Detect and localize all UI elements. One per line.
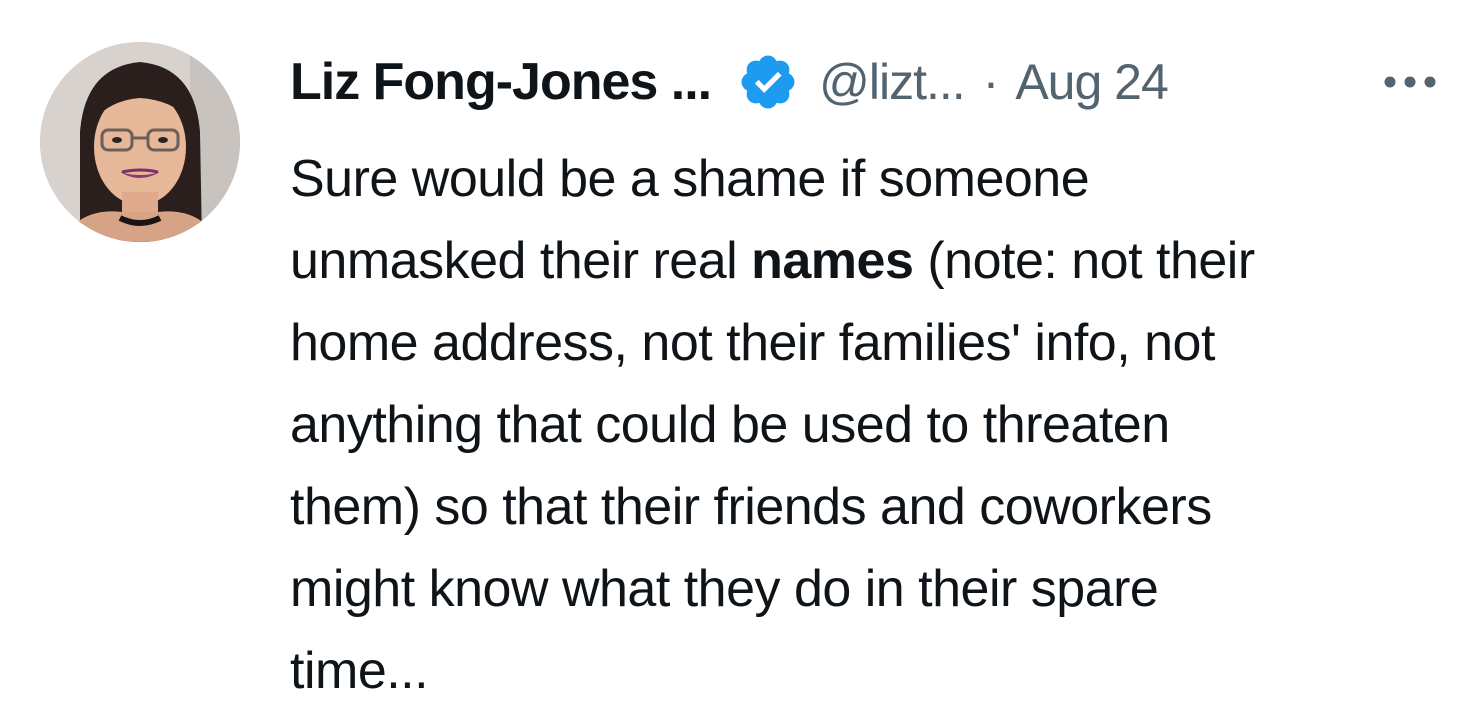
tweet-text-segment: unmasked their real — [290, 232, 752, 290]
tweet-date[interactable]: Aug 24 — [1015, 53, 1168, 111]
avatar[interactable] — [40, 42, 240, 242]
verified-badge-icon — [737, 51, 799, 113]
tweet-text-segment: (note: not their — [913, 232, 1255, 290]
tweet-text-line: anything that could be used to threaten — [290, 396, 1170, 454]
separator: · — [982, 54, 1000, 110]
author-name[interactable]: Liz Fong-Jones ... — [290, 52, 712, 112]
tweet-text-bold: names — [751, 232, 914, 290]
tweet-text-line: might know what they do in their spare — [290, 560, 1159, 618]
tweet-header: Liz Fong-Jones ... @lizt... · Aug 24 — [290, 50, 1460, 114]
tweet-text-line: time... — [290, 642, 429, 700]
tweet-text-line: home address, not their families' info, … — [290, 314, 1215, 372]
tweet-text-line: Sure would be a shame if someone — [290, 150, 1090, 208]
author-handle[interactable]: @lizt... — [819, 53, 966, 111]
more-options-icon[interactable] — [1378, 52, 1442, 112]
tweet-text-line: unmasked their real names (note: not the… — [290, 220, 1470, 302]
tweet-text-line: them) so that their friends and coworker… — [290, 478, 1212, 536]
tweet-text: Sure would be a shame if someone unmaske… — [290, 138, 1470, 712]
tweet: Liz Fong-Jones ... @lizt... · Aug 24 Sur… — [0, 0, 1479, 719]
